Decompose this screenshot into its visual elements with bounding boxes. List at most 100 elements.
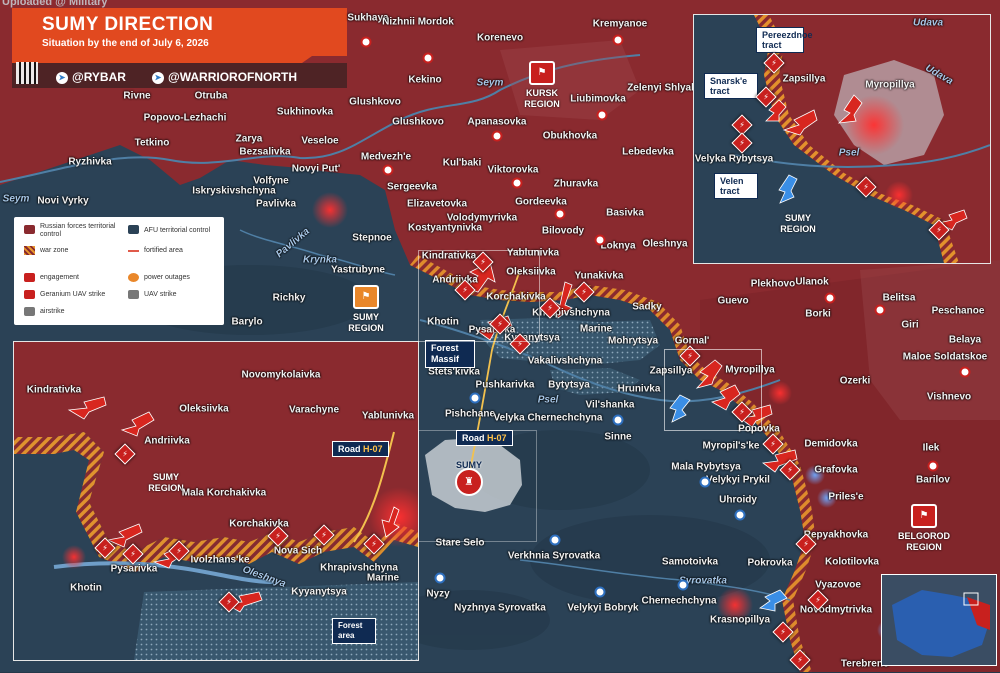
inset1-town-pysarivka: Pysarivka (110, 563, 158, 575)
town-ilek: Ilek (922, 442, 940, 454)
legend-item-russian: Russian forces territorial control (40, 223, 116, 238)
map-subtitle: Situation by the end of July 6, 2026 (42, 38, 209, 49)
zoom-box-sumy-city (418, 430, 537, 542)
settlement-marker (824, 292, 836, 304)
fortified-line (128, 250, 139, 252)
upload-watermark: Uploaded @ Military (2, 0, 108, 8)
town-elizavetovka: Elizavetovka (406, 198, 468, 210)
town-bytytsya: Bytytsya (548, 379, 590, 391)
region-label-sumy: SUMY REGION (348, 312, 384, 333)
town-sukhinovka: Sukhinovka (276, 106, 334, 118)
town-guevo: Guevo (717, 295, 749, 307)
settlement-marker (734, 509, 746, 521)
river-label-psel: Psel (537, 394, 559, 406)
town-oleshnya: Oleshnya (642, 238, 688, 250)
inset2-town-zapsillya: Zapsillya (782, 73, 826, 85)
town-sinne: Sinne (604, 431, 632, 443)
town-zelenyi-shlyakh: Zelenyi Shlyakh (627, 82, 703, 94)
minimap-canvas (882, 575, 996, 665)
inset1-town-andriivka: Andriivka (144, 435, 190, 447)
inset2-region-label: SUMY REGION (780, 213, 816, 234)
town-bilovody: Bilovody (541, 225, 585, 237)
inset2-tag-velen: Velen tract (714, 173, 758, 199)
settlement-marker (959, 366, 971, 378)
header-panel: SUMY DIRECTION Situation by the end of J… (12, 8, 347, 88)
overview-minimap (881, 574, 997, 666)
inset1-road-code: H-07 (363, 444, 383, 454)
town-bezsalivka: Bezsalivka (239, 146, 291, 158)
settlement-marker (491, 130, 503, 142)
town-barylo: Barylo (231, 316, 263, 328)
town-demidovka: Demidovka (804, 438, 858, 450)
town-sadky: Sadky (632, 301, 662, 313)
town-pavlivka: Pavlivka (255, 198, 297, 210)
town-myropilske: Myropil's'ke (702, 440, 760, 452)
town-peschanoe: Peschanoe (931, 305, 985, 317)
town-basivka: Basivka (606, 207, 644, 219)
town-plekhovo: Plekhovo (750, 278, 796, 290)
town-richky: Richky (272, 292, 306, 304)
handle-warriorofnorth: ➤ @WARRIOROFNORTH (152, 70, 297, 84)
town-nyzhnya-syrovatka: Nyzhnya Syrovatka (454, 602, 546, 614)
settlement-marker (469, 392, 481, 404)
settlement-marker (699, 476, 711, 488)
town-kulbaki: Kul'baki (442, 157, 482, 169)
town-lebedevka: Lebedevka (622, 146, 674, 158)
legend-item-war-zone: war zone (40, 247, 69, 254)
town-kostyantynivka: Kostyantynivka (408, 222, 482, 234)
settlement-marker (422, 52, 434, 64)
russian-control-swatch (24, 225, 35, 234)
town-yastrubyne: Yastrubyne (331, 264, 385, 276)
inset1-town-mala-korchakivka: Mala Korchakivka (181, 487, 267, 499)
settlement-marker (382, 164, 394, 176)
town-velyka-chernechchyna: Velyka Chernechchyna (493, 412, 603, 424)
settlement-marker (511, 177, 523, 189)
town-zhuravka: Zhuravka (553, 178, 599, 190)
town-kekino: Kekino (408, 74, 442, 86)
strike-glow (768, 381, 792, 405)
town-medvezhe: Medvezh'e (360, 151, 412, 163)
town-korenevo: Korenevo (476, 32, 524, 44)
legend-item-engagement: engagement (40, 274, 79, 281)
town-belaya: Belaya (948, 334, 982, 346)
town-vishnevo: Vishnevo (926, 391, 972, 403)
town-pishchane: Pishchane (444, 408, 496, 420)
settlement-marker (874, 304, 886, 316)
strike-glow (885, 181, 913, 209)
map-title: SUMY DIRECTION (42, 14, 214, 35)
region-label-belgorod: BELGOROD REGION (897, 531, 950, 552)
legend-item-airstrike: airstrike (40, 308, 65, 315)
town-sergeevka: Sergeevka (386, 181, 438, 193)
strike-glow (62, 545, 86, 569)
town-viktorovka: Viktorovka (487, 164, 539, 176)
zoom-box-myropillya (664, 349, 762, 431)
geranium-strike-icon (24, 290, 35, 299)
town-loknya: Loknya (600, 240, 636, 252)
town-stepnoe: Stepnoe (352, 232, 392, 244)
settlement-marker (927, 460, 939, 472)
town-barilov: Barilov (916, 474, 950, 486)
town-priles: Priles'e (828, 491, 864, 503)
town-popovo: Popovo-Lezhachi (143, 112, 227, 124)
town-kolotilovka: Kolotilovka (825, 556, 879, 568)
inset2-tag-snarske: Snarsk'e tract (704, 73, 758, 99)
town-samotoivka: Samotoivka (661, 556, 719, 568)
inset1-forest-area-tag: Forest area (332, 618, 376, 644)
river-label-krynka: Krynka (303, 254, 337, 266)
town-mala-rybytsya: Mala Rybytsya (671, 461, 741, 473)
settlement-marker (434, 572, 446, 584)
forest-massif-tag: Forest Massif (425, 340, 475, 368)
inset-map-sumy-north: Kindrativka Novomykolaivka Oleksiivka Va… (13, 341, 419, 661)
town-uhroidy: Uhroidy (719, 494, 757, 506)
river-label-seym: Seym (2, 193, 30, 205)
town-yunakivka: Yunakivka (574, 270, 624, 282)
inset2-town-myropillya: Myropillya (865, 79, 915, 91)
town-giri: Giri (901, 319, 919, 331)
town-pokrovka: Pokrovka (747, 557, 793, 569)
inset-map-myropillya: Udava Udava Pereezdnoe tract Snarsk'e tr… (693, 14, 991, 264)
town-mohrytsya: Mohrytsya (607, 335, 659, 347)
town-novyi-put: Novyi Put' (291, 163, 341, 175)
town-belitsa: Belitsa (882, 292, 916, 304)
town-ozerki: Ozerki (839, 375, 871, 387)
town-marine: Marine (579, 323, 613, 335)
